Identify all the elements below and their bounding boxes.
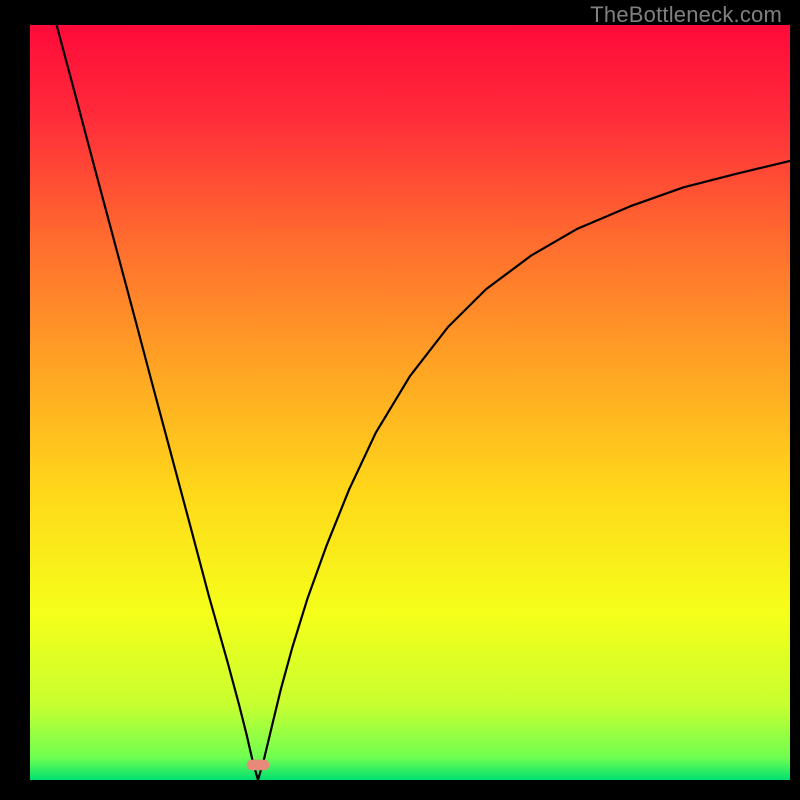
bottleneck-chart	[0, 0, 800, 800]
watermark-text: TheBottleneck.com	[590, 2, 782, 28]
plot-background	[30, 25, 790, 780]
chart-container: TheBottleneck.com	[0, 0, 800, 800]
minimum-marker	[247, 760, 270, 771]
